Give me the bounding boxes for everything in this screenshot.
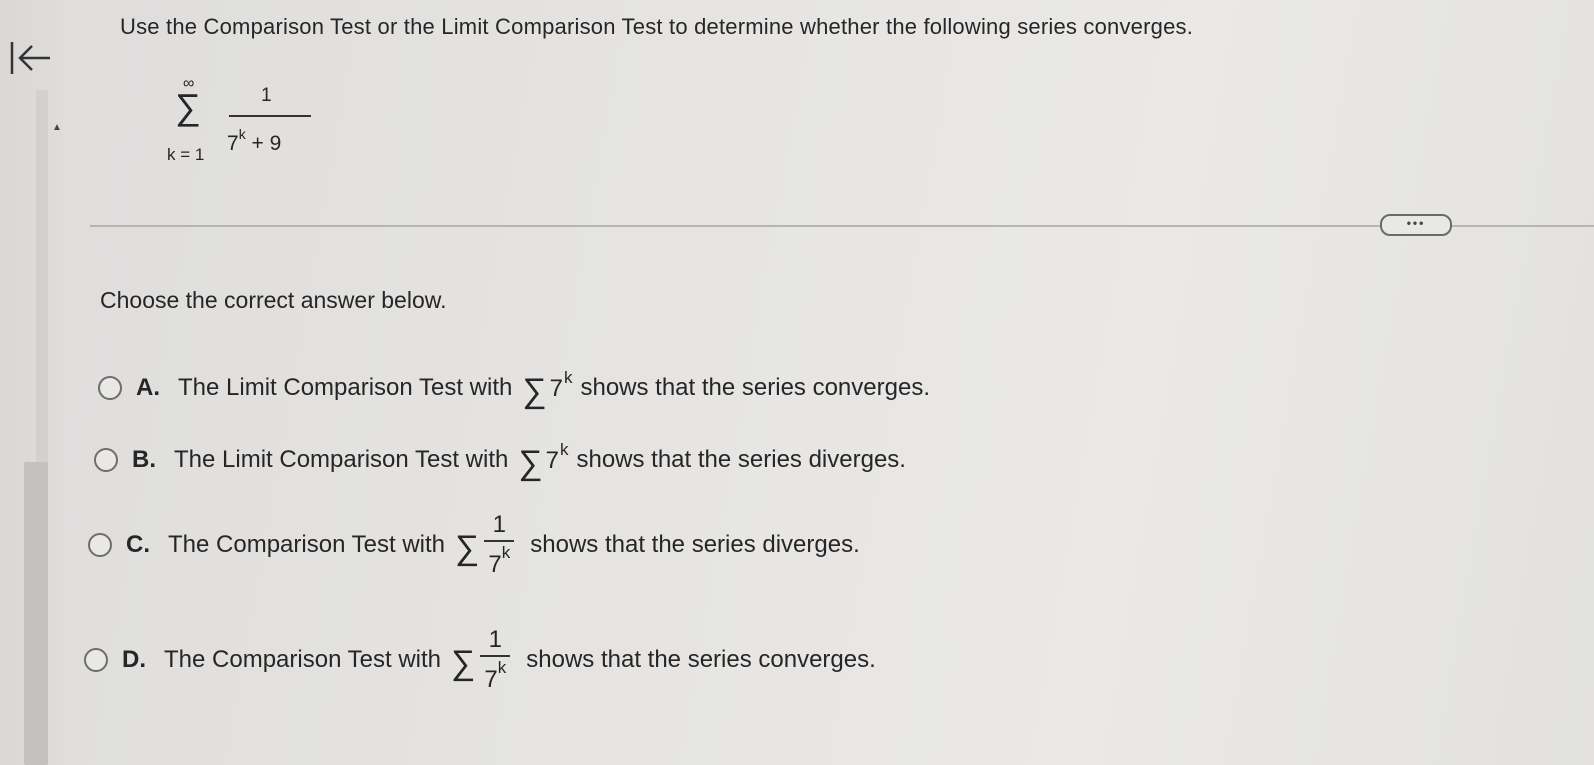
comparison-fraction: 1 7k — [484, 512, 515, 578]
section-divider — [90, 225, 1594, 227]
option-c[interactable]: C. The Comparison Test with ∑ 1 7k shows… — [88, 512, 860, 578]
summation-symbol: ∑ — [451, 644, 476, 682]
series-numerator: 1 — [261, 85, 272, 106]
summation-symbol: ∑ — [518, 443, 543, 482]
scroll-up-arrow-icon[interactable]: ▲ — [52, 122, 62, 133]
collapse-panel-icon[interactable] — [6, 38, 54, 78]
fraction-bar — [229, 115, 311, 117]
option-letter: D. — [122, 646, 146, 673]
option-text: The Limit Comparison Test with — [174, 445, 509, 473]
option-letter: A. — [136, 373, 160, 401]
summation-symbol: ∑ — [175, 86, 201, 127]
radio-button-a[interactable] — [98, 375, 122, 400]
summation-symbol: ∑ — [455, 529, 480, 567]
radio-button-d[interactable] — [84, 648, 108, 672]
option-conclusion: shows that the series diverges. — [576, 445, 906, 473]
comparison-term: 7k — [545, 440, 569, 474]
summation-symbol: ∑ — [522, 371, 547, 410]
series-lower-limit: k = 1 — [167, 145, 205, 164]
radio-button-c[interactable] — [88, 533, 112, 557]
option-letter: B. — [132, 445, 156, 473]
series-expression: ∞ ∑ k = 1 1 7k + 9 — [165, 75, 325, 175]
option-text: The Comparison Test with — [164, 646, 442, 673]
scrollbar-thumb[interactable] — [24, 462, 48, 765]
option-text: The Limit Comparison Test with — [178, 373, 513, 401]
option-conclusion: shows that the series diverges. — [530, 531, 860, 558]
answer-prompt: Choose the correct answer below. — [100, 287, 447, 313]
option-b[interactable]: B. The Limit Comparison Test with ∑ 7k s… — [94, 440, 906, 482]
comparison-term: 7k — [549, 368, 573, 402]
option-letter: C. — [126, 531, 150, 558]
option-text: The Comparison Test with — [168, 531, 446, 558]
more-options-button[interactable]: ••• — [1380, 214, 1452, 236]
radio-button-b[interactable] — [94, 447, 118, 472]
option-a[interactable]: A. The Limit Comparison Test with ∑ 7k s… — [98, 368, 930, 410]
option-conclusion: shows that the series converges. — [526, 646, 876, 673]
comparison-fraction: 1 7k — [480, 627, 511, 693]
series-denominator: 7k + 9 — [227, 126, 282, 155]
option-d[interactable]: D. The Comparison Test with ∑ 1 7k shows… — [84, 627, 876, 693]
option-conclusion: shows that the series converges. — [580, 373, 930, 401]
question-text: Use the Comparison Test or the Limit Com… — [120, 14, 1194, 39]
